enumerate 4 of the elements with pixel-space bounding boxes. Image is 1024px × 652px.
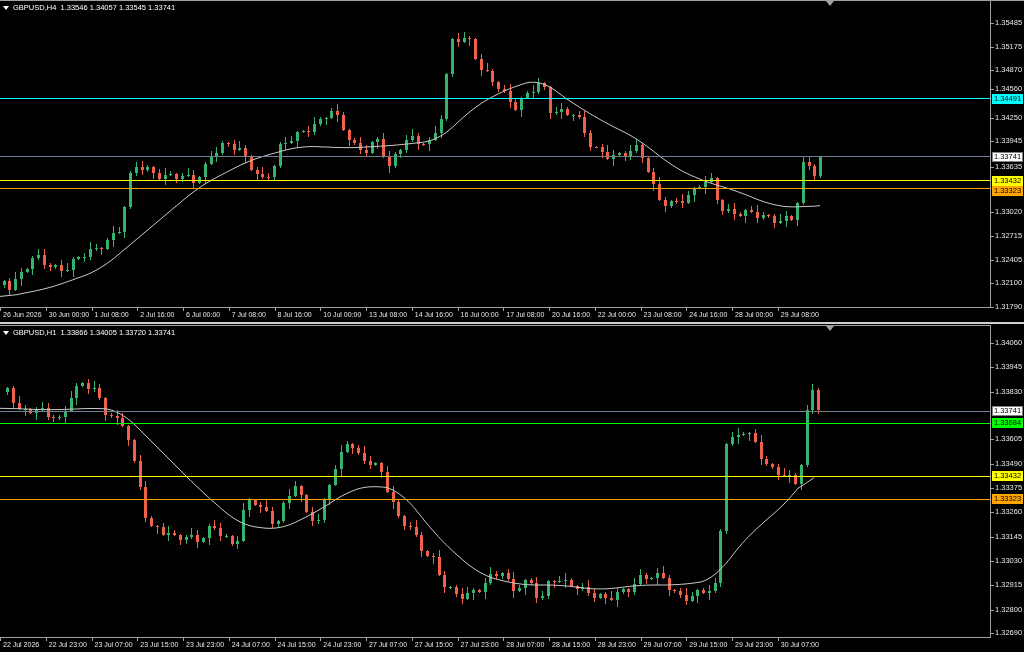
caret-icon (3, 6, 9, 10)
triangle-marker-icon[interactable] (826, 1, 834, 6)
triangle-marker-icon[interactable] (826, 326, 834, 331)
caret-icon (3, 331, 9, 335)
